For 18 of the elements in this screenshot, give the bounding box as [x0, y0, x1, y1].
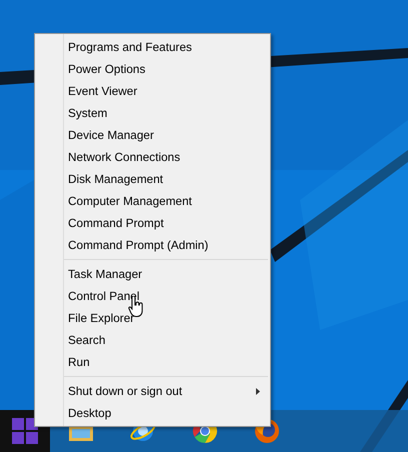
menu-item[interactable]: Programs and Features — [35, 36, 270, 58]
menu-item[interactable]: Task Manager — [35, 263, 270, 285]
windows-icon — [12, 418, 38, 444]
menu-item[interactable]: File Explorer — [35, 307, 270, 329]
menu-item[interactable]: Computer Management — [35, 190, 270, 212]
menu-item[interactable]: Disk Management — [35, 168, 270, 190]
menu-item[interactable]: Device Manager — [35, 124, 270, 146]
menu-item[interactable]: Network Connections — [35, 146, 270, 168]
submenu-arrow-icon — [256, 388, 260, 394]
menu-item[interactable]: Desktop — [35, 402, 270, 424]
menu-item[interactable]: Search — [35, 329, 270, 351]
menu-item[interactable]: Command Prompt (Admin) — [35, 234, 270, 256]
menu-item[interactable]: Shut down or sign out — [35, 380, 270, 402]
menu-item[interactable]: Power Options — [35, 58, 270, 80]
menu-item[interactable]: Run — [35, 351, 270, 373]
menu-item[interactable]: Command Prompt — [35, 212, 270, 234]
menu-item[interactable]: Event Viewer — [35, 80, 270, 102]
menu-item[interactable]: System — [35, 102, 270, 124]
